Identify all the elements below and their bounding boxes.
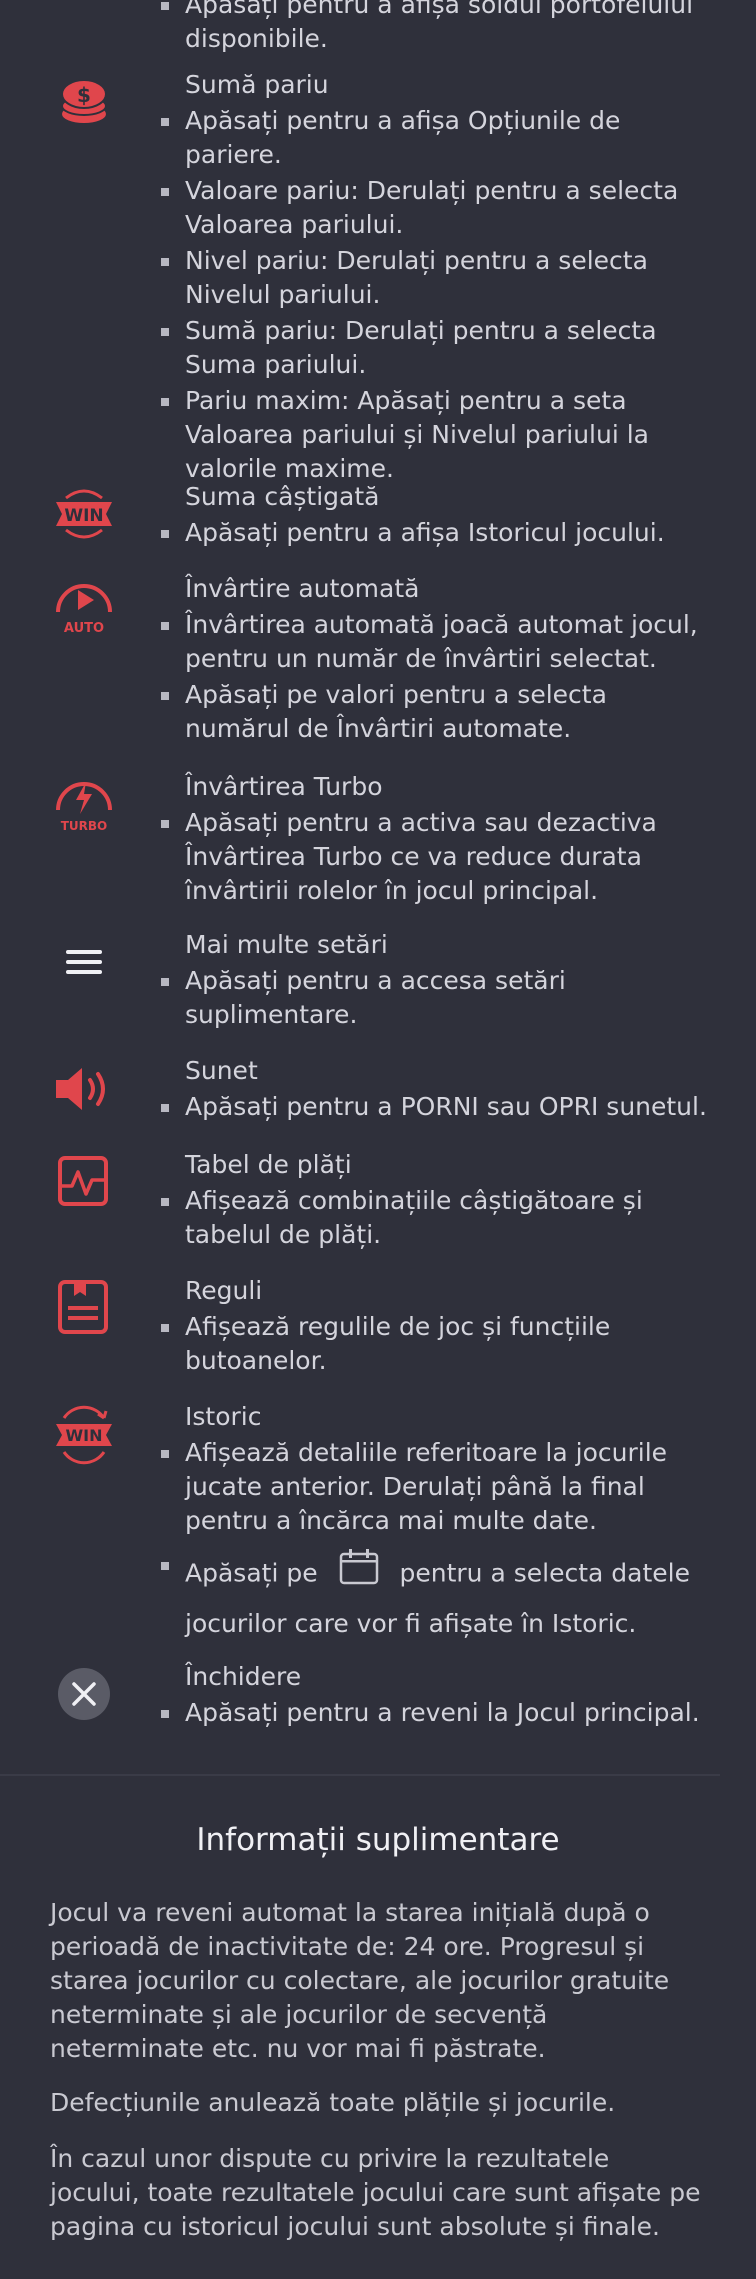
win-badge-icon: WIN [50, 480, 118, 548]
section-title: Sunet [185, 1056, 258, 1085]
bullet-item: Apăsați pe valori pentru a selecta număr… [159, 678, 719, 746]
history-win-icon: WIN [50, 1400, 118, 1468]
help-page: Apăsați pentru a afișa soldul portofelul… [0, 0, 756, 2279]
section-bullets: Apăsați pentru a afișa Istoricul jocului… [159, 516, 719, 552]
bullet-item: Nivel pariu: Derulați pentru a selecta N… [159, 244, 719, 312]
section-title: Sumă pariu [185, 70, 329, 99]
section-bullets: Afișează regulile de joc și funcțiile bu… [159, 1310, 719, 1380]
bullet-item: Valoare pariu: Derulați pentru a selecta… [159, 174, 719, 242]
section-bullets: Afișează detaliile referitoare la jocuri… [159, 1436, 719, 1649]
additional-paragraph: În cazul unor dispute cu privire la rezu… [50, 2144, 701, 2241]
section-bullets: Apăsați pentru a activa sau dezactiva În… [159, 806, 719, 910]
section-title: Istoric [185, 1402, 262, 1431]
divider [0, 1774, 720, 1776]
section-title: Tabel de plăți [185, 1150, 352, 1179]
section-bullets: Apăsați pentru a reveni la Jocul princip… [159, 1696, 719, 1732]
additional-paragraph: Defecțiunile anulează toate plățile și j… [50, 2088, 616, 2117]
bullet-item: Afișează combinațiile câștigătoare și ta… [159, 1184, 719, 1252]
paytable-icon [50, 1148, 118, 1216]
svg-text:AUTO: AUTO [64, 621, 104, 636]
turbo-spin-icon: TURBO [50, 770, 118, 838]
bullet-item: Afișează detaliile referitoare la jocuri… [159, 1436, 719, 1538]
section-title: Mai multe setări [185, 930, 388, 959]
section-title: Reguli [185, 1276, 263, 1305]
bullet-item: Apăsați pentru a accesa setări supliment… [159, 964, 719, 1032]
bullet-item: Apăsați pentru a afișa Opțiunile de pari… [159, 104, 719, 172]
coin-stack-icon: $ [50, 68, 118, 136]
auto-spin-icon: AUTO [50, 572, 118, 640]
section-title: Suma câștigată [185, 482, 380, 511]
section-bullets: Apăsați pentru a afișa Opțiunile de pari… [159, 104, 719, 488]
close-icon [50, 1660, 118, 1728]
additional-paragraph: Jocul va reveni automat la starea iniția… [50, 1898, 670, 2063]
calendar-icon[interactable] [338, 1548, 380, 1601]
bullet-item-date-select: Apăsați pe pentru a selecta datele jocur… [159, 1548, 719, 1647]
svg-text:WIN: WIN [66, 1426, 103, 1445]
bullet-item: Învârtirea automată joacă automat jocul,… [159, 608, 719, 676]
rules-icon [50, 1274, 118, 1342]
bullet-item: Apăsați pentru a reveni la Jocul princip… [159, 1696, 719, 1730]
bullet-item: Pariu maxim: Apăsați pentru a seta Valoa… [159, 384, 719, 486]
bullet-item: Sumă pariu: Derulați pentru a selecta Su… [159, 314, 719, 382]
section-bullets: Apăsați pentru a PORNI sau OPRI sunetul. [159, 1090, 719, 1126]
bullet-item: Apăsați pentru a afișa soldul portofelul… [159, 0, 719, 56]
section-title: Închidere [185, 1662, 302, 1691]
svg-text:TURBO: TURBO [61, 819, 108, 833]
svg-text:WIN: WIN [64, 506, 103, 526]
bullet-item: Apăsați pentru a activa sau dezactiva În… [159, 806, 719, 908]
additional-info-title: Informații suplimentare [196, 1822, 560, 1858]
section-title: Învârtire automată [185, 574, 420, 603]
speaker-icon [50, 1054, 118, 1122]
menu-icon [50, 928, 118, 996]
bullet-item: Apăsați pentru a PORNI sau OPRI sunetul. [159, 1090, 719, 1124]
section-bullets: Apăsați pentru a accesa setări supliment… [159, 964, 719, 1034]
svg-text:$: $ [77, 83, 91, 107]
section-bullets: Afișează combinațiile câștigătoare și ta… [159, 1184, 719, 1254]
bullet-item: Apăsați pentru a afișa Istoricul jocului… [159, 516, 719, 550]
section-bullets: Învârtirea automată joacă automat jocul,… [159, 608, 719, 748]
bullet-item: Afișează regulile de joc și funcțiile bu… [159, 1310, 719, 1378]
section-title: Învârtirea Turbo [185, 772, 383, 801]
portfolio-bullet-list: Apăsați pentru a afișa soldul portofelul… [159, 0, 719, 58]
